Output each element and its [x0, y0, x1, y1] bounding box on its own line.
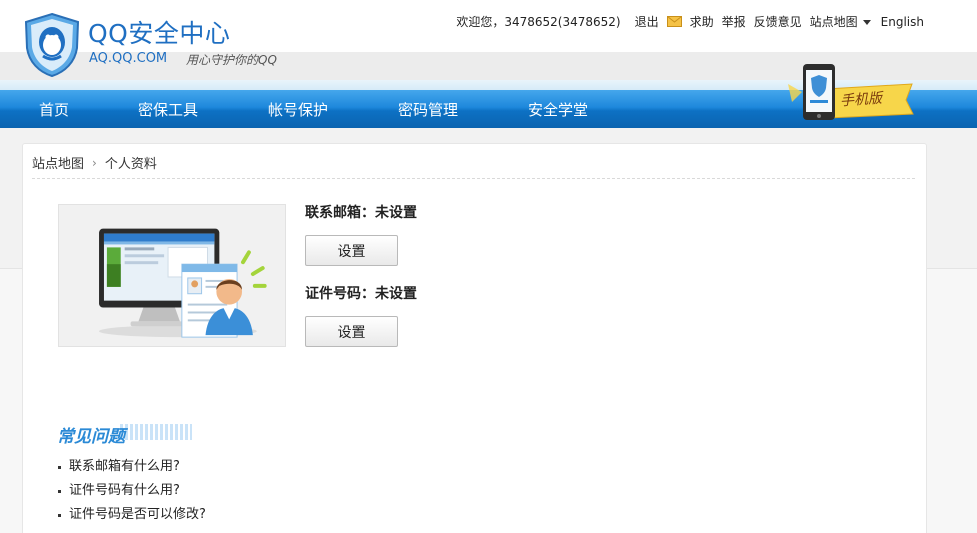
qq-shield-logo-icon[interactable]: [23, 12, 81, 78]
site-url: AQ.QQ.COM: [89, 51, 168, 66]
english-link[interactable]: English: [881, 15, 924, 29]
mail-icon[interactable]: [666, 16, 682, 27]
welcome-text: 欢迎您，3478652(3478652): [456, 15, 621, 29]
bullet-icon: [58, 513, 61, 517]
breadcrumb-sitemap-link[interactable]: 站点地图: [32, 153, 84, 172]
sitemap-label: 站点地图: [809, 15, 858, 29]
profile-illustration: [58, 204, 286, 347]
site-slogan: 用心守护你的QQ: [186, 53, 277, 67]
faq-item-text: 联系邮箱有什么用?: [69, 459, 180, 474]
site-title[interactable]: QQ安全中心: [88, 14, 230, 50]
faq-item-text: 证件号码是否可以修改?: [69, 507, 206, 522]
chevron-down-icon: [862, 20, 871, 25]
help-link[interactable]: 求助: [690, 13, 714, 30]
nav-item-password-management[interactable]: 密码管理: [398, 99, 458, 120]
breadcrumb-divider: [32, 178, 915, 179]
nav-item-security-tools[interactable]: 密保工具: [138, 99, 198, 120]
set-email-button[interactable]: 设置: [305, 235, 398, 266]
nav-item-security-school[interactable]: 安全学堂: [528, 99, 588, 120]
faq-item[interactable]: 证件号码是否可以修改?: [58, 503, 206, 527]
faq-item[interactable]: 联系邮箱有什么用?: [58, 455, 206, 479]
nav-item-home[interactable]: 首页: [39, 99, 69, 120]
nav-item-account-protection[interactable]: 帐号保护: [268, 99, 328, 120]
set-id-number-button[interactable]: 设置: [305, 316, 398, 347]
breadcrumb-current: 个人资料: [104, 157, 157, 172]
sitemap-dropdown[interactable]: 站点地图: [810, 13, 871, 30]
faq-title: 常见问题: [57, 427, 125, 447]
faq-list: 联系邮箱有什么用? 证件号码有什么用? 证件号码是否可以修改?: [58, 455, 206, 527]
logout-link[interactable]: 退出: [635, 13, 659, 30]
bullet-icon: [58, 465, 61, 469]
id-number-status-label: 证件号码：未设置: [305, 286, 417, 302]
chevron-right-icon: ›: [92, 155, 97, 170]
faq-item[interactable]: 证件号码有什么用?: [58, 479, 206, 503]
faq-item-text: 证件号码有什么用?: [69, 483, 180, 498]
report-link[interactable]: 举报: [722, 13, 746, 30]
top-links: 欢迎您，3478652(3478652) 退出 求助 举报 反馈意见 站点地图 …: [456, 13, 924, 30]
email-status-label: 联系邮箱：未设置: [305, 205, 417, 221]
faq-title-decoration: [120, 424, 192, 440]
breadcrumb: 站点地图 › 个人资料: [32, 153, 157, 173]
feedback-link[interactable]: 反馈意见: [754, 13, 802, 30]
bullet-icon: [58, 489, 61, 493]
mobile-version-label[interactable]: 手机版: [839, 88, 883, 111]
